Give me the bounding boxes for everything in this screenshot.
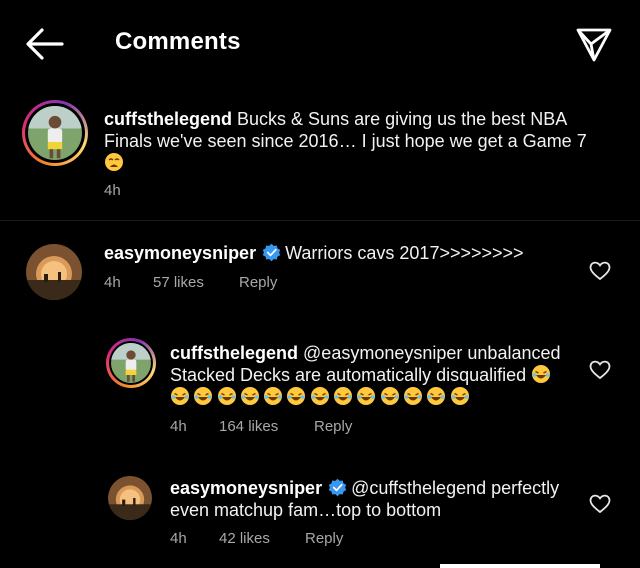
comment-likes[interactable]: 164 likes <box>219 418 314 435</box>
comment-username[interactable]: easymoneysniper <box>170 478 322 498</box>
emoji-row <box>170 386 470 406</box>
comment-likes[interactable]: 42 likes <box>219 530 305 547</box>
laughing-face-icon <box>380 386 400 406</box>
laughing-face-icon <box>333 386 353 406</box>
comment-time: 4h <box>104 274 121 291</box>
heart-icon[interactable] <box>589 261 611 281</box>
avatar[interactable] <box>26 244 82 300</box>
laughing-face-icon <box>426 386 446 406</box>
laughing-face-icon <box>193 386 213 406</box>
avatar[interactable] <box>108 476 152 520</box>
caption-time: 4h <box>104 182 121 199</box>
reply-button[interactable]: Reply <box>305 530 343 547</box>
laughing-face-icon <box>310 386 330 406</box>
laughing-face-icon <box>217 386 237 406</box>
comment-body-line2: Stacked Decks are automatically disquali… <box>170 365 527 385</box>
heart-icon[interactable] <box>589 360 611 380</box>
divider <box>0 220 640 221</box>
comment-time: 4h <box>170 530 187 547</box>
comment-body-line1: perfectly <box>491 478 560 498</box>
back-arrow-icon[interactable] <box>22 24 66 64</box>
header: Comments <box>0 0 640 86</box>
reply-button[interactable]: Reply <box>314 418 352 435</box>
caption-text: cuffsthelegend Bucks & Suns are giving u… <box>104 108 614 174</box>
comment-likes[interactable]: 57 likes <box>153 274 239 291</box>
comment-body-line2: even matchup fam…top to bottom <box>170 500 442 520</box>
laughing-face-icon <box>240 386 260 406</box>
comment-meta: 4h 57 likes Reply <box>104 274 277 291</box>
comment-body-line1: unbalanced <box>467 343 561 363</box>
avatar[interactable] <box>22 100 88 166</box>
laughing-face-icon <box>356 386 376 406</box>
laughing-face-icon <box>531 364 551 384</box>
comment-username[interactable]: easymoneysniper <box>104 243 256 263</box>
comment-meta: 4h 164 likes Reply <box>170 418 352 435</box>
comment-text: cuffsthelegend @easymoneysniper unbalanc… <box>170 342 580 386</box>
caption-meta: 4h <box>104 182 121 199</box>
mention-link[interactable]: @easymoneysniper <box>303 343 462 363</box>
laughing-face-icon <box>403 386 423 406</box>
verified-badge-icon <box>328 478 347 497</box>
caption-username[interactable]: cuffsthelegend <box>104 109 232 129</box>
heart-icon[interactable] <box>589 494 611 514</box>
comment-meta: 4h 42 likes Reply <box>170 530 343 547</box>
laughing-face-icon <box>286 386 306 406</box>
laughing-face-icon <box>263 386 283 406</box>
page-title: Comments <box>115 28 241 55</box>
reply-button[interactable]: Reply <box>239 274 277 291</box>
verified-badge-icon <box>262 243 281 262</box>
comment-body: Warriors cavs 2017>>>>>>>> <box>285 243 524 263</box>
mention-link[interactable]: @cuffsthelegend <box>351 478 486 498</box>
comment-time: 4h <box>170 418 187 435</box>
comment-username[interactable]: cuffsthelegend <box>170 343 298 363</box>
comment-text: easymoneysniper Warriors cavs 2017>>>>>>>… <box>104 242 584 264</box>
laughing-face-icon <box>170 386 190 406</box>
paper-plane-icon[interactable] <box>572 22 616 66</box>
avatar[interactable] <box>106 338 156 388</box>
home-indicator <box>440 564 600 568</box>
weary-face-icon <box>104 152 124 172</box>
comment-text: easymoneysniper @cuffsthelegend perfectly… <box>170 477 580 521</box>
laughing-face-icon <box>450 386 470 406</box>
